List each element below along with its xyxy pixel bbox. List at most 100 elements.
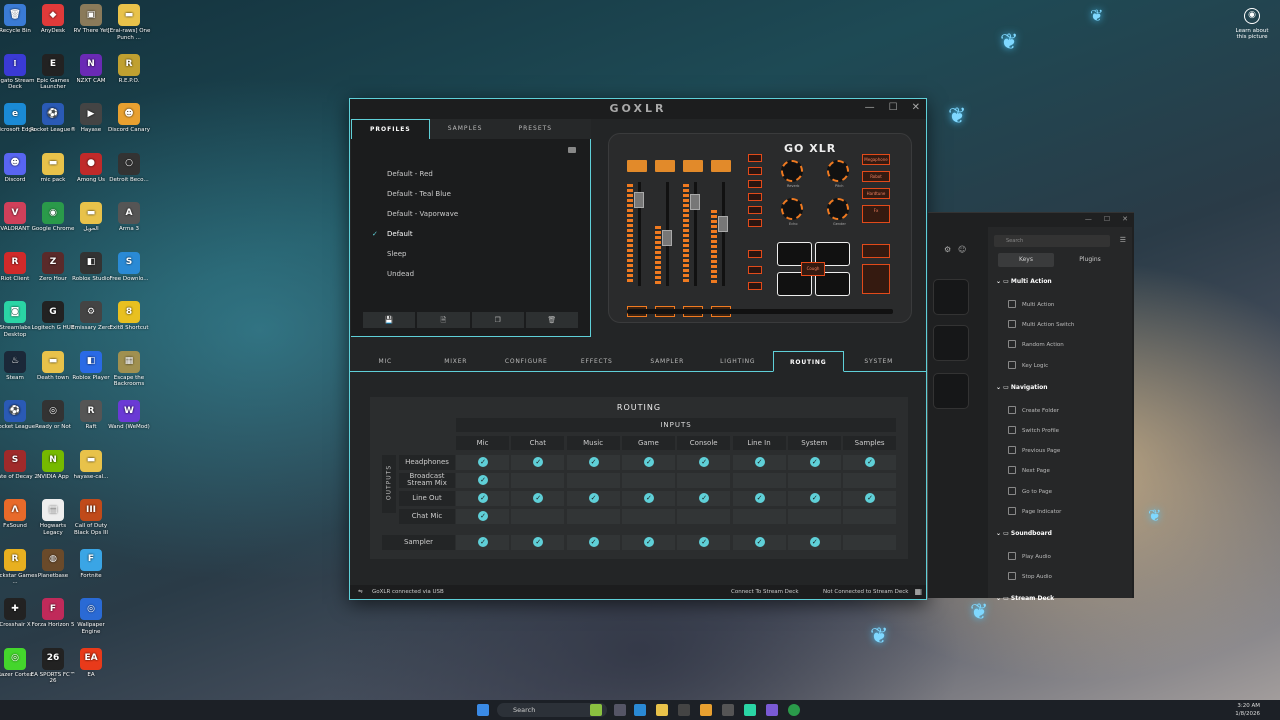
megaphone-button[interactable]: Megaphone	[862, 154, 890, 165]
stream-deck-key[interactable]	[933, 279, 969, 315]
widget-icon[interactable]	[590, 704, 602, 716]
tab-sampler[interactable]: SAMPLER	[632, 351, 703, 371]
mic-mute-button[interactable]	[862, 264, 890, 294]
routing-toggle[interactable]	[732, 535, 786, 550]
connect-stream-deck-link[interactable]: Connect To Stream Deck	[731, 585, 799, 599]
tab-mixer[interactable]: MIXER	[421, 351, 492, 371]
action-item[interactable]: Page Indicator	[1008, 506, 1061, 515]
action-item[interactable]: Multi Action Switch	[1008, 320, 1074, 329]
fader-screen[interactable]	[655, 160, 675, 172]
routing-toggle[interactable]	[677, 455, 731, 470]
tab-routing[interactable]: ROUTING	[773, 351, 844, 372]
maximize-button[interactable]: ☐	[889, 102, 898, 113]
desktop-icon[interactable]: III Call of Duty Black Ops III	[68, 499, 114, 536]
routing-toggle[interactable]	[621, 491, 675, 506]
folder-icon[interactable]	[568, 147, 576, 153]
tab-plugins[interactable]: Plugins	[1062, 253, 1118, 267]
routing-toggle[interactable]	[456, 509, 509, 524]
app-icon[interactable]	[678, 704, 690, 716]
routing-toggle[interactable]	[787, 455, 841, 470]
desktop-icon[interactable]: EA EA	[68, 647, 114, 679]
desktop-icon[interactable]: ▬ [Erai-raws] One Punch ...	[106, 4, 152, 41]
list-view-icon[interactable]: ☰	[1120, 236, 1126, 244]
minimize-button[interactable]: —	[865, 102, 875, 113]
routing-toggle[interactable]	[621, 535, 675, 550]
stream-deck-icon[interactable]	[766, 704, 778, 716]
action-item[interactable]: Key Logic	[1008, 360, 1048, 369]
explorer-icon[interactable]	[656, 704, 668, 716]
routing-toggle[interactable]	[456, 535, 509, 550]
routing-toggle[interactable]	[787, 509, 841, 524]
desktop-icon[interactable]: ▬ hayase-cal...	[68, 449, 114, 481]
routing-toggle[interactable]	[843, 455, 897, 470]
stream-deck-key[interactable]	[933, 325, 969, 361]
routing-toggle[interactable]	[566, 535, 620, 550]
tab-lighting[interactable]: LIGHTING	[703, 351, 774, 371]
fader-handle[interactable]	[718, 216, 728, 232]
action-category[interactable]: ⌄ ▭ Navigation	[996, 384, 1048, 391]
minimize-button[interactable]: —	[1085, 215, 1092, 223]
cough-button[interactable]: Cough	[801, 262, 825, 276]
desktop-icon[interactable]: F Fortnite	[68, 548, 114, 580]
routing-toggle[interactable]	[787, 491, 841, 506]
routing-toggle[interactable]	[566, 509, 620, 524]
routing-toggle[interactable]	[511, 473, 565, 488]
routing-toggle[interactable]	[843, 535, 897, 550]
routing-toggle[interactable]	[787, 473, 841, 488]
fader-screen[interactable]	[711, 160, 731, 172]
preset-button[interactable]	[748, 167, 762, 175]
action-category[interactable]: ⌄ ▭ Stream Deck	[996, 595, 1054, 602]
learn-about-picture[interactable]: ◉ Learn about this picture	[1230, 8, 1274, 40]
routing-toggle[interactable]	[732, 473, 786, 488]
routing-toggle[interactable]	[511, 491, 565, 506]
reverb-dial[interactable]	[781, 160, 803, 182]
tab-effects[interactable]: EFFECTS	[562, 351, 633, 371]
routing-toggle[interactable]	[732, 491, 786, 506]
tab-mic[interactable]: MIC	[350, 351, 421, 371]
routing-toggle[interactable]	[677, 491, 731, 506]
routing-toggle[interactable]	[732, 455, 786, 470]
tab-system[interactable]: SYSTEM	[844, 351, 915, 371]
delete-profile-button[interactable]: 🗑	[525, 312, 578, 328]
action-item[interactable]: Create Folder	[1008, 405, 1059, 414]
start-icon[interactable]	[477, 704, 489, 716]
streamlabs-icon[interactable]	[744, 704, 756, 716]
action-category[interactable]: ⌄ ▭ Soundboard	[996, 530, 1052, 537]
app-icon[interactable]	[722, 704, 734, 716]
fader-handle[interactable]	[662, 230, 672, 246]
action-item[interactable]: Play Audio	[1008, 552, 1051, 560]
new-profile-button[interactable]: 🗎	[417, 312, 470, 328]
fx-button[interactable]: Fx	[862, 205, 890, 223]
action-item[interactable]: Switch Profile	[1008, 426, 1059, 434]
action-category[interactable]: ⌄ ▭ Multi Action	[996, 278, 1052, 285]
profile-item[interactable]: Default - Red	[387, 170, 433, 178]
chrome-icon[interactable]	[788, 704, 800, 716]
save-profile-button[interactable]: 💾	[363, 312, 416, 328]
profile-item[interactable]: Sleep	[387, 250, 406, 258]
tab-keys[interactable]: Keys	[998, 253, 1054, 267]
routing-toggle[interactable]	[456, 455, 509, 470]
routing-toggle[interactable]	[732, 509, 786, 524]
bank-c-button[interactable]	[748, 282, 762, 290]
duplicate-profile-button[interactable]: ❐	[471, 312, 524, 328]
desktop-icon[interactable]: ☻ Discord Canary	[106, 103, 152, 134]
desktop-icon[interactable]: 8 Exit8 Shortcut	[106, 301, 152, 332]
preset-button[interactable]	[748, 154, 762, 162]
desktop-icon[interactable]: S Free Downlo...	[106, 251, 152, 283]
taskview-icon[interactable]	[614, 704, 626, 716]
routing-toggle[interactable]	[621, 509, 675, 524]
profile-item[interactable]: Default	[387, 230, 413, 238]
search-input[interactable]: Search	[994, 235, 1110, 247]
action-item[interactable]: Next Page	[1008, 466, 1050, 475]
close-button[interactable]: ✕	[1122, 215, 1128, 223]
hardtune-button[interactable]: Hardtune	[862, 188, 890, 199]
pitch-dial[interactable]	[827, 160, 849, 182]
fader-screen[interactable]	[683, 160, 703, 172]
bleep-button[interactable]	[862, 244, 890, 258]
profile-item[interactable]: Default - Teal Blue	[387, 190, 451, 198]
routing-toggle[interactable]	[843, 491, 897, 506]
routing-toggle[interactable]	[621, 473, 675, 488]
preset-button[interactable]	[748, 193, 762, 201]
desktop-icon[interactable]: A Arma 3	[106, 202, 152, 233]
tab-profiles[interactable]: PROFILES	[351, 119, 430, 139]
